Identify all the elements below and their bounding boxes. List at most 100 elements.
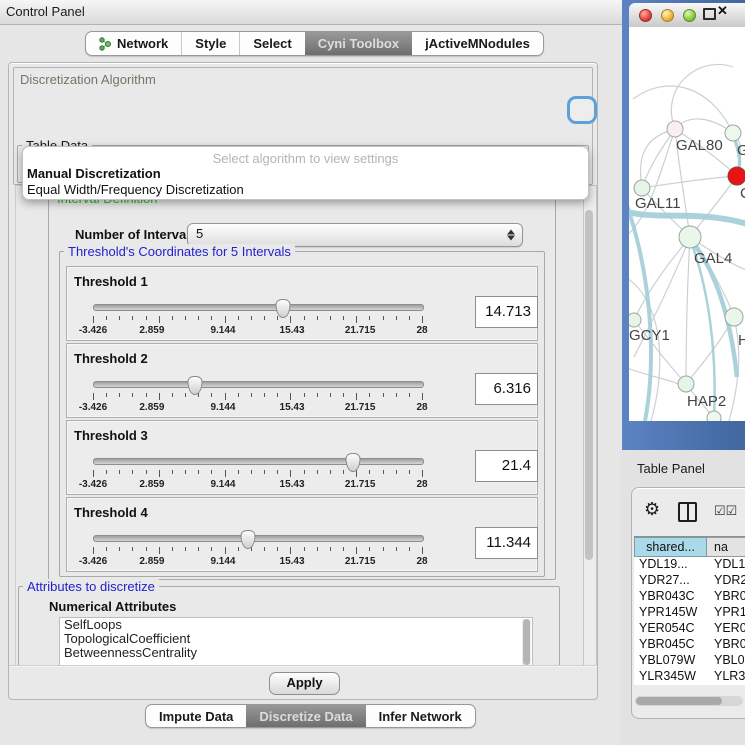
slider-thumb[interactable] (187, 376, 202, 395)
tick-mark (119, 470, 120, 474)
tab-label: Discretize Data (259, 709, 352, 724)
table-row[interactable]: YER054CYER0 (634, 621, 745, 637)
tab-network[interactable]: Network (86, 32, 181, 55)
combo-spinner-icon (507, 230, 515, 241)
list-item[interactable]: SelfLoops (60, 618, 532, 632)
tick-mark (304, 470, 305, 474)
node-label: GCY1 (629, 327, 670, 344)
tab-style[interactable]: Style (181, 32, 239, 55)
popup-hint-item[interactable]: Select algorithm to view settings (23, 151, 588, 166)
algorithm-combo-focus-ring[interactable] (567, 96, 597, 124)
table-row[interactable]: YDR27...YDR2 (634, 573, 745, 589)
column-header-name[interactable]: na (707, 537, 745, 557)
tick-mark (409, 316, 410, 320)
apply-row: Apply (9, 665, 597, 699)
tick-mark (251, 393, 252, 397)
table-row[interactable]: YLR345WYLR3 (634, 669, 745, 685)
cell-shared-name: YPR145W (634, 605, 707, 621)
checkbox-columns-icon[interactable]: ☑☑ (714, 503, 737, 519)
bottom-tab-bar: Impute Data Discretize Data Infer Network (145, 704, 476, 728)
tick-mark (369, 393, 370, 397)
threshold-value-field[interactable]: 21.4 (475, 450, 538, 482)
tab-jactivemnodules[interactable]: jActiveMNodules (412, 32, 543, 55)
tick-mark (422, 393, 423, 400)
node-label: GAL80 (676, 137, 723, 154)
node-label: HAP2 (687, 393, 726, 410)
list-scrollbar[interactable] (522, 619, 531, 666)
list-item[interactable]: TopologicalCoefficient (60, 632, 532, 646)
tick-mark (290, 547, 291, 554)
tick-mark (409, 547, 410, 551)
table-horizontal-scrollbar[interactable] (635, 696, 743, 706)
scrollbar-thumb[interactable] (585, 210, 593, 560)
network-node-gcy1[interactable] (629, 313, 641, 327)
tab-infer-network[interactable]: Infer Network (366, 705, 475, 727)
cell-shared-name: YDR27... (634, 573, 707, 589)
popup-item-2[interactable]: Equal Width/Frequency Discretization (26, 182, 585, 197)
tick-mark (304, 393, 305, 397)
slider-thumb[interactable] (345, 453, 360, 472)
gear-icon[interactable]: ⚙ (644, 499, 660, 520)
numerical-attributes-list[interactable]: SelfLoopsTopologicalCoefficientBetweenne… (59, 617, 533, 666)
tab-discretize-data[interactable]: Discretize Data (246, 705, 365, 727)
apply-button[interactable]: Apply (269, 672, 340, 695)
threshold-box-1: Threshold 1-3.4262.8599.14415.4321.71528… (66, 266, 538, 341)
cell-shared-name: YDL19... (634, 557, 707, 573)
network-node-ga[interactable] (725, 125, 741, 141)
tab-label: Impute Data (159, 709, 233, 724)
network-node[interactable] (707, 411, 721, 421)
list-item[interactable]: BetweennessCentrality (60, 646, 532, 660)
split-view-icon[interactable] (678, 502, 697, 522)
tick-mark (106, 316, 107, 320)
close-icon[interactable]: ✕ (717, 3, 728, 19)
scale-label: 15.43 (280, 556, 305, 567)
table-row[interactable]: YPR145WYPR1 (634, 605, 745, 621)
settings-scroll-pane: Interval Definition Number of Intervals … (15, 185, 582, 666)
network-node-gal80[interactable] (667, 121, 683, 137)
float-window-icon[interactable] (703, 8, 716, 20)
numerical-attributes-label: Numerical Attributes (49, 599, 176, 614)
tick-mark (93, 393, 94, 400)
tick-mark (290, 316, 291, 323)
scale-label: 9.144 (210, 479, 235, 490)
column-header-shared-name[interactable]: shared... (634, 537, 707, 557)
tick-mark (146, 470, 147, 474)
popup-item-1[interactable]: Manual Discretization (26, 166, 585, 181)
tab-impute-data[interactable]: Impute Data (146, 705, 246, 727)
table-row[interactable]: YBL079WYBL0 (634, 653, 745, 669)
table-row[interactable]: YBR043CYBR0 (634, 589, 745, 605)
network-node-hap2[interactable] (678, 376, 694, 392)
tick-mark (93, 316, 94, 323)
mac-minimize-icon[interactable] (661, 9, 674, 22)
network-canvas[interactable]: GAL80GACGAL11GAL4GCY1HHAP2 (629, 27, 745, 421)
threshold-value-field[interactable]: 14.713 (475, 296, 538, 328)
table-row[interactable]: YDL19...YDL1 (634, 557, 745, 573)
mac-zoom-icon[interactable] (683, 9, 696, 22)
settings-vertical-scrollbar[interactable] (583, 185, 597, 667)
tab-label: Network (117, 36, 168, 51)
threshold-slider[interactable]: -3.4262.8599.14415.4321.71528 (93, 530, 422, 568)
tick-mark (330, 393, 331, 397)
tab-select[interactable]: Select (239, 32, 304, 55)
network-node-h[interactable] (725, 308, 743, 326)
threshold-box-3: Threshold 3-3.4262.8599.14415.4321.71528… (66, 420, 538, 495)
tick-mark (343, 547, 344, 551)
tick-mark (422, 316, 423, 323)
threshold-slider[interactable]: -3.4262.8599.14415.4321.71528 (93, 453, 422, 491)
threshold-value-field[interactable]: 11.344 (475, 527, 538, 559)
tab-cyni-toolbox[interactable]: Cyni Toolbox (305, 32, 412, 55)
threshold-slider[interactable]: -3.4262.8599.14415.4321.71528 (93, 376, 422, 414)
scrollbar-thumb[interactable] (636, 697, 722, 705)
threshold-slider[interactable]: -3.4262.8599.14415.4321.71528 (93, 299, 422, 337)
threshold-value-field[interactable]: 6.316 (475, 373, 538, 405)
slider-thumb[interactable] (240, 530, 255, 549)
network-node-gal11[interactable] (634, 180, 650, 196)
tick-mark (369, 547, 370, 551)
slider-thumb[interactable] (276, 299, 291, 318)
table-row[interactable]: YBR045CYBR0 (634, 637, 745, 653)
network-node-gal4[interactable] (679, 226, 701, 248)
table-header-row: shared... na (634, 537, 745, 557)
network-graph: GAL80GACGAL11GAL4GCY1HHAP2 (629, 27, 745, 421)
mac-close-icon[interactable] (639, 9, 652, 22)
network-node-c[interactable] (728, 167, 745, 185)
